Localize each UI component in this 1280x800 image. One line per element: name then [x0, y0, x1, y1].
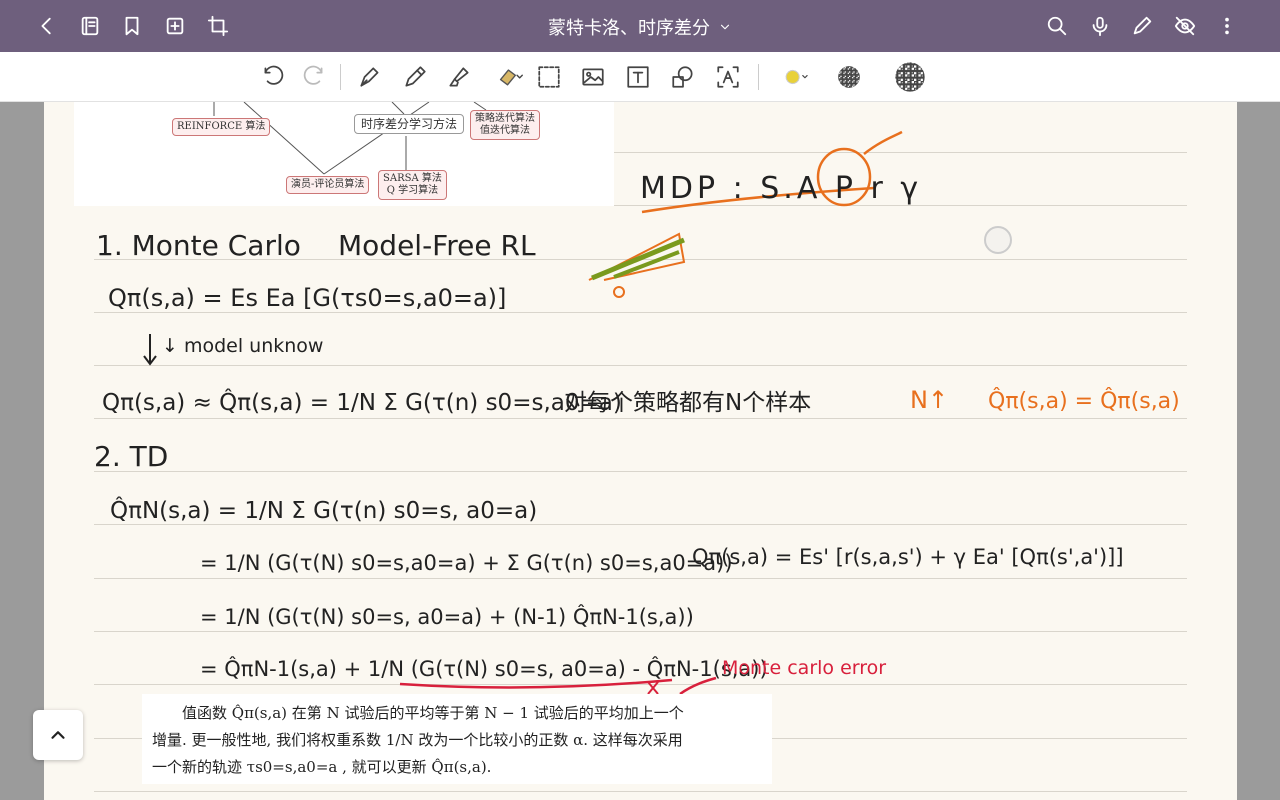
bookmark-icon[interactable] — [119, 13, 145, 39]
mic-icon[interactable] — [1087, 13, 1113, 39]
document-title[interactable]: 蒙特卡洛、时序差分 — [500, 14, 780, 40]
pencil-icon[interactable] — [400, 62, 430, 92]
equation-mc-estimate: Qπ(s,a) ≈ Q̂π(s,a) = 1/N Σ G(τ(n) s0=s,a… — [102, 389, 622, 416]
model-free-heading: Model-Free RL — [338, 229, 536, 262]
textbook-snippet[interactable]: 值函数 Q̂π(s,a) 在第 N 试验后的平均等于第 N − 1 试验后的平均… — [142, 694, 772, 784]
pattern-swatch-1[interactable] — [834, 62, 864, 92]
add-page-icon[interactable] — [162, 13, 188, 39]
scroll-to-top-button[interactable] — [33, 710, 83, 760]
n-up-equation: Q̂π(s,a) = Q̂π(s,a) — [988, 388, 1180, 414]
crop-icon[interactable] — [205, 13, 231, 39]
more-icon[interactable] — [1214, 13, 1240, 39]
monte-carlo-heading: 1. Monte Carlo — [96, 229, 301, 262]
redo-icon[interactable] — [299, 62, 329, 92]
equation-td-2: = 1/N (G(τ(N) s0=s,a0=a) + Σ G(τ(n) s0=s… — [200, 551, 733, 575]
td-heading: 2. TD — [94, 440, 168, 473]
eraser-icon[interactable] — [492, 62, 530, 92]
n-up-note: N↑ — [910, 386, 948, 414]
document-title-text: 蒙特卡洛、时序差分 — [548, 18, 710, 39]
search-icon[interactable] — [1044, 13, 1070, 39]
equation-q-expectation: Qπ(s,a) = Es Ea [G(τs0=s,a0=a)] — [108, 284, 506, 312]
drawing-toolbar — [0, 52, 1280, 102]
textbook-line-3: 一个新的轨迹 τs0=s,a0=a , 就可以更新 Q̂π(s,a). — [152, 758, 492, 776]
back-icon[interactable] — [34, 13, 60, 39]
lasso-icon[interactable] — [534, 62, 564, 92]
textbook-line-2: 增量. 更一般性地, 我们将权重系数 1/N 改为一个比较小的正数 α. 这样每… — [152, 731, 683, 749]
note-page[interactable]: REINFORCE 算法 时序差分学习方法 策略迭代算法 值迭代算法 演员-评论… — [44, 102, 1237, 800]
equation-td-4: = Q̂πN-1(s,a) + 1/N (G(τ(N) s0=s, a0=a) … — [200, 656, 768, 681]
book-icon[interactable] — [77, 13, 103, 39]
note-canvas[interactable]: REINFORCE 算法 时序差分学习方法 策略迭代算法 值迭代算法 演员-评论… — [0, 102, 1280, 800]
textbook-line-1: 值函数 Q̂π(s,a) 在第 N 试验后的平均等于第 N − 1 试验后的平均… — [182, 704, 684, 722]
bellman-equation: Qπ(s,a) = Es' [r(s,a,s') + γ Ea' [Qπ(s',… — [692, 545, 1124, 569]
equation-td-1: Q̂πN(s,a) = 1/N Σ G(τ(n) s0=s, a0=a) — [110, 497, 537, 524]
title-bar: 蒙特卡洛、时序差分 — [0, 0, 1280, 52]
hide-icon[interactable] — [1172, 13, 1198, 39]
text-recognition-icon[interactable] — [713, 62, 743, 92]
equation-td-3: = 1/N (G(τ(N) s0=s, a0=a) + (N-1) Q̂πN-1… — [200, 604, 694, 629]
fountain-pen-icon[interactable] — [355, 62, 385, 92]
pen-icon[interactable] — [1129, 13, 1155, 39]
text-tool-icon[interactable] — [623, 62, 653, 92]
shapes-icon[interactable] — [668, 62, 698, 92]
chevron-up-icon — [51, 731, 65, 739]
color-picker[interactable] — [773, 62, 821, 92]
samples-note: 对每个策略都有N个样本 — [564, 390, 811, 416]
mdp-text: MDP : S.A P r γ — [640, 171, 922, 206]
image-icon[interactable] — [578, 62, 608, 92]
chevron-down-icon — [720, 24, 730, 30]
highlighter-icon[interactable] — [444, 62, 474, 92]
pattern-swatch-2[interactable] — [892, 59, 928, 95]
model-unknow-note: ↓ model unknow — [162, 335, 323, 357]
monte-carlo-error-note: Monte carlo error — [722, 657, 886, 679]
undo-icon[interactable] — [258, 62, 288, 92]
